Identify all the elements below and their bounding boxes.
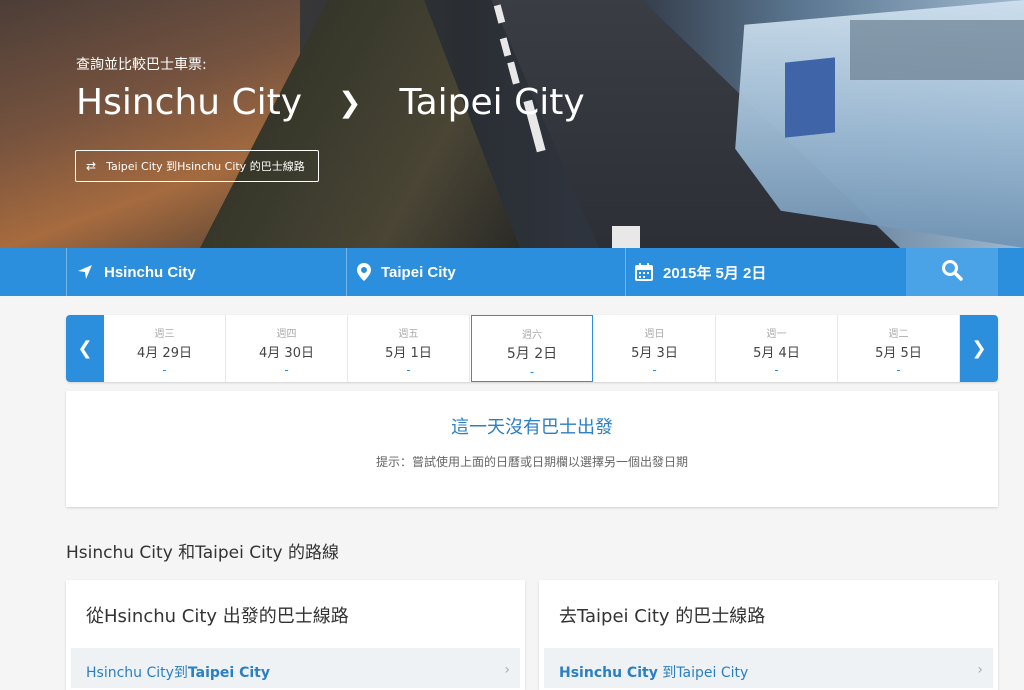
- date-cell-price: -: [774, 363, 779, 377]
- chevron-right-icon: ❯: [338, 86, 362, 119]
- date-cell[interactable]: 週三 4月 29日 -: [104, 315, 226, 382]
- date-cell-weekday: 週六: [522, 330, 542, 341]
- reverse-route-button[interactable]: ⇄ Taipei City 到Hsinchu City 的巴士線路: [75, 150, 319, 182]
- prev-dates-button[interactable]: ❮: [66, 315, 104, 382]
- date-cell-price: -: [652, 363, 657, 377]
- date-cell-price: -: [529, 365, 535, 379]
- date-cell-weekday: 週一: [766, 329, 787, 340]
- date-cell-weekday: 週四: [276, 329, 297, 340]
- hero-to-city: Taipei City: [399, 82, 585, 123]
- date-cell-date: 5月 5日: [875, 346, 922, 361]
- chevron-right-icon: ›: [504, 662, 510, 678]
- date-cell-weekday: 週三: [154, 329, 175, 340]
- route-link-to: Taipei City: [187, 665, 270, 681]
- date-cell-date: 4月 29日: [137, 346, 192, 361]
- date-cell-date: 5月 1日: [385, 346, 432, 361]
- search-bar: Hsinchu City Taipei City 2015年 5月 2日: [0, 248, 1024, 296]
- hero-bus-window: [850, 20, 1024, 80]
- from-field-value: Hsinchu City: [104, 263, 196, 281]
- to-routes-card: 去Taipei City 的巴士線路 Hsinchu City 到Taipei …: [539, 580, 998, 690]
- to-field[interactable]: Taipei City: [357, 248, 625, 296]
- date-cell[interactable]: 週四 4月 30日 -: [226, 315, 348, 382]
- search-icon: [941, 259, 963, 285]
- route-link-from: Hsinchu City到: [86, 665, 188, 681]
- route-link-from: Hsinchu City: [559, 665, 658, 681]
- hero-banner: 查詢並比較巴士車票: Hsinchu City ❯ Taipei City ⇄ …: [0, 0, 1024, 248]
- date-carousel: ❮ 週三 4月 29日 - 週四 4月 30日 - 週五 5月 1日 - 週六 …: [66, 315, 998, 382]
- from-routes-card: 從Hsinchu City 出發的巴士線路 Hsinchu City到Taipe…: [66, 580, 525, 690]
- swap-icon: ⇄: [86, 159, 97, 173]
- divider: [346, 248, 347, 296]
- no-departures-hint: 提示：嘗試使用上面的日曆或日期欄以選擇另一個出發日期: [375, 455, 688, 469]
- chevron-right-icon: ›: [977, 662, 983, 678]
- route-link-to: 到Taipei City: [657, 665, 749, 681]
- date-cell-weekday: 週五: [398, 329, 419, 340]
- route-link[interactable]: Hsinchu City到Taipei City ›: [71, 648, 520, 688]
- from-routes-card-title: 從Hsinchu City 出發的巴士線路: [86, 606, 349, 627]
- chevron-left-icon: ❮: [77, 338, 93, 359]
- date-cell-date: 5月 3日: [631, 346, 678, 361]
- to-field-value: Taipei City: [381, 263, 456, 281]
- routes-heading: Hsinchu City 和Taipei City 的路線: [66, 543, 339, 563]
- date-cell[interactable]: 週一 5月 4日 -: [716, 315, 838, 382]
- date-cell-weekday: 週日: [644, 329, 665, 340]
- date-field[interactable]: 2015年 5月 2日: [635, 248, 903, 296]
- hero-subtitle: 查詢並比較巴士車票:: [76, 57, 207, 73]
- reverse-route-label: Taipei City 到Hsinchu City 的巴士線路: [106, 160, 305, 173]
- from-field[interactable]: Hsinchu City: [76, 248, 344, 296]
- next-dates-button[interactable]: ❯: [960, 315, 998, 382]
- hero-from-city: Hsinchu City: [76, 82, 303, 123]
- navigation-arrow-icon: [76, 263, 94, 281]
- to-routes-card-title: 去Taipei City 的巴士線路: [559, 606, 766, 627]
- hero-bus-window: [785, 57, 835, 138]
- divider: [66, 248, 67, 296]
- lane-mark: [612, 226, 640, 248]
- chevron-right-icon: ❯: [971, 338, 987, 359]
- no-departures-title: 這一天沒有巴士出發: [451, 417, 613, 438]
- date-cell-price: -: [896, 363, 901, 377]
- date-cell-weekday: 週二: [888, 329, 909, 340]
- map-pin-icon: [357, 263, 371, 281]
- route-link[interactable]: Hsinchu City 到Taipei City ›: [544, 648, 993, 688]
- date-cell-price: -: [284, 363, 289, 377]
- date-cell-price: -: [162, 363, 167, 377]
- date-cell-price: -: [406, 363, 411, 377]
- date-cell[interactable]: 週五 5月 1日 -: [348, 315, 470, 382]
- date-cell-date: 5月 2日: [506, 346, 558, 362]
- search-button[interactable]: [906, 248, 998, 296]
- date-cell-selected[interactable]: 週六 5月 2日 -: [471, 315, 593, 382]
- date-cell[interactable]: 週日 5月 3日 -: [594, 315, 716, 382]
- date-cell-date: 5月 4日: [753, 346, 800, 361]
- no-departures-panel: 這一天沒有巴士出發 提示：嘗試使用上面的日曆或日期欄以選擇另一個出發日期: [66, 391, 998, 507]
- calendar-icon: [635, 263, 653, 281]
- date-cell-date: 4月 30日: [259, 346, 314, 361]
- hero-route-title: Hsinchu City ❯ Taipei City: [76, 82, 585, 123]
- divider: [625, 248, 626, 296]
- date-cell[interactable]: 週二 5月 5日 -: [838, 315, 960, 382]
- date-field-value: 2015年 5月 2日: [663, 264, 767, 282]
